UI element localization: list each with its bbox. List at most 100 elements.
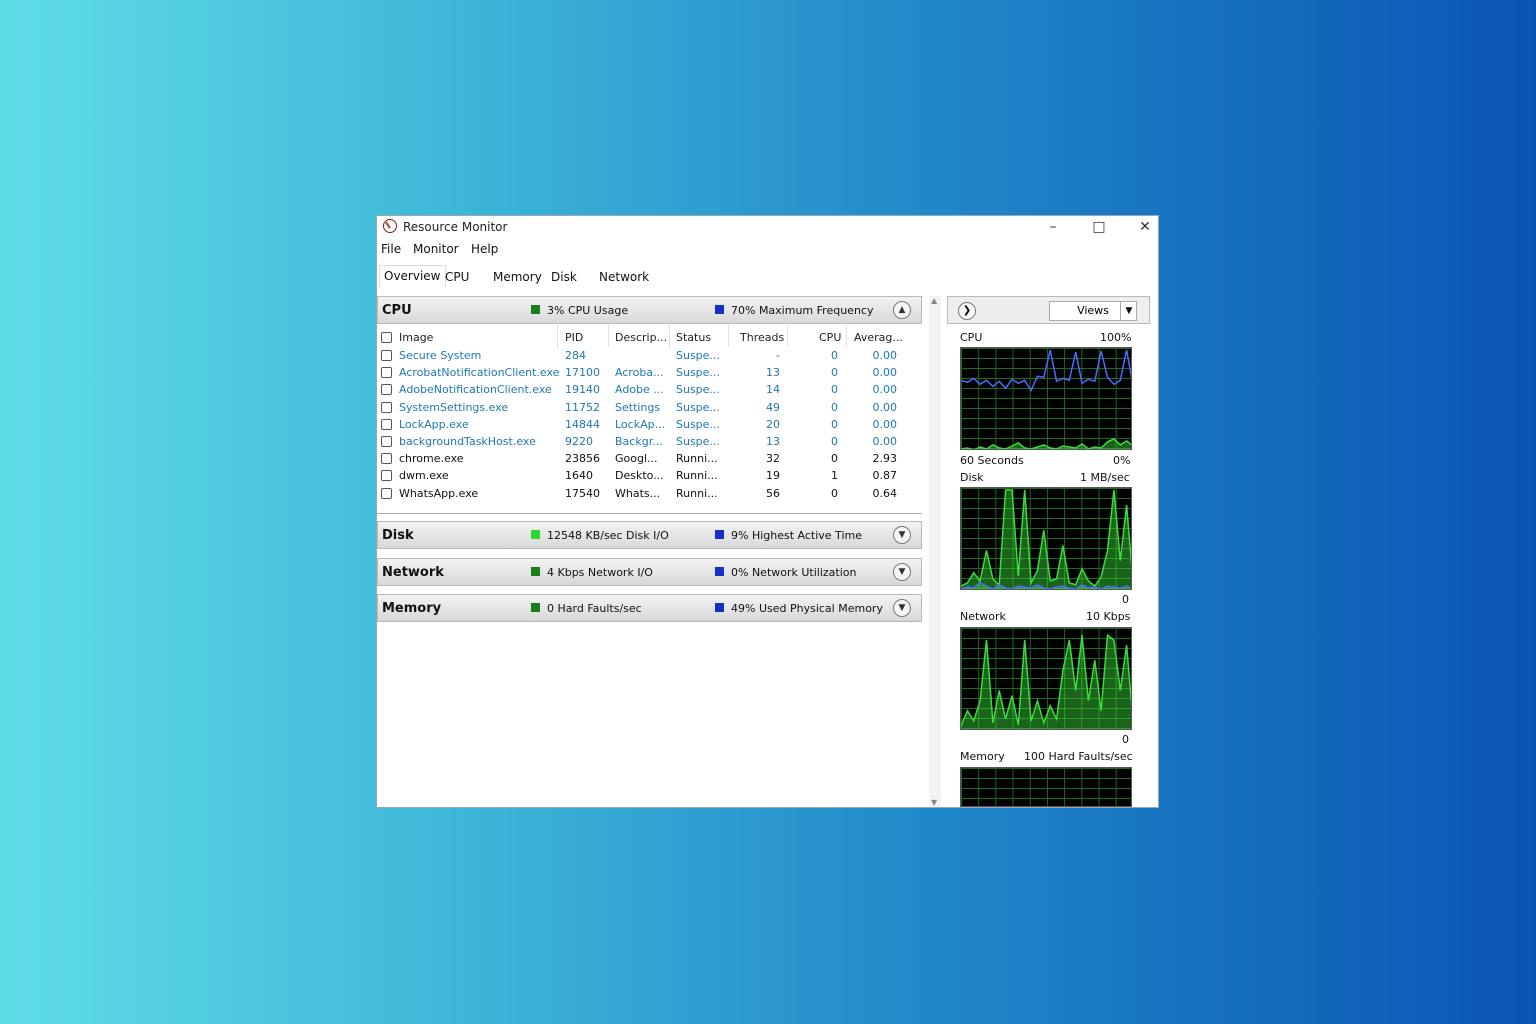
menu-file[interactable]: File	[381, 242, 401, 256]
row-image: chrome.exe	[399, 452, 464, 466]
row-cpu: 0	[831, 349, 838, 362]
menu-help[interactable]: Help	[471, 242, 498, 256]
table-row[interactable]: Secure System 284 Suspe... - 0 0.00	[377, 347, 922, 364]
row-status: Suspe...	[676, 349, 720, 362]
row-pid: 14844	[565, 417, 600, 431]
table-row[interactable]: AcrobatNotificationClient.exe 17100 Acroba…	[377, 364, 922, 381]
graph-panel-toolbar: ❯ Views ▼	[947, 296, 1150, 324]
row-checkbox[interactable]	[381, 384, 392, 396]
row-pid: 17100	[565, 366, 600, 380]
row-cpu: 0	[831, 417, 838, 431]
scroll-up-icon[interactable]: ▲	[931, 296, 937, 305]
column-description[interactable]: Descrip...	[615, 331, 667, 344]
close-button[interactable]: ✕	[1122, 216, 1158, 238]
row-status: Runni...	[676, 452, 718, 466]
physical-memory-legend-swatch	[715, 603, 724, 612]
table-row[interactable]: WhatsApp.exe 17540 Whats... Runni... 56 0 0.64	[377, 485, 922, 502]
table-row[interactable]: AdobeNotificationClient.exe 19140 Adobe ..…	[377, 381, 922, 398]
row-description: Acroba...	[615, 366, 664, 380]
select-all-checkbox[interactable]	[381, 332, 392, 343]
column-cpu[interactable]: CPU	[819, 331, 841, 344]
row-cpu: 0	[831, 400, 838, 414]
cpu-graph-label: CPU	[960, 331, 983, 344]
memory-section-header[interactable]: Memory 0 Hard Faults/sec 49% Used Physic…	[377, 594, 922, 622]
column-threads[interactable]: Threads	[740, 331, 784, 344]
row-checkbox[interactable]	[381, 487, 392, 499]
column-image[interactable]: Image	[399, 331, 433, 344]
row-status: Suspe...	[676, 417, 720, 431]
row-threads: 14	[766, 383, 780, 397]
minimize-button[interactable]: –	[1030, 216, 1076, 238]
row-checkbox[interactable]	[381, 350, 392, 361]
row-cpu: 0	[831, 486, 838, 500]
table-row[interactable]: LockApp.exe 14844 LockAp... Suspe... 20 0 0.00	[377, 416, 922, 433]
network-graph-max: 10 Kbps	[1086, 610, 1131, 623]
cpu-usage-legend-swatch	[531, 305, 540, 314]
column-average[interactable]: Averag...	[854, 331, 903, 344]
network-section-header[interactable]: Network 4 Kbps Network I/O 0% Network Ut…	[377, 558, 922, 586]
disk-series-0-area	[961, 490, 1131, 589]
row-checkbox[interactable]	[381, 470, 392, 482]
row-cpu: 0	[831, 366, 838, 380]
scroll-down-icon[interactable]: ▼	[931, 798, 937, 807]
title-bar: Resource Monitor – □ ✕	[377, 216, 1158, 238]
row-pid: 23856	[565, 452, 600, 466]
row-checkbox[interactable]	[381, 367, 392, 379]
tab-cpu[interactable]: CPU	[445, 265, 469, 287]
tab-overview[interactable]: Overview	[379, 265, 446, 287]
row-description: Whats...	[615, 486, 661, 500]
table-row[interactable]: chrome.exe 23856 Googl... Runni... 32 0 2.93	[377, 450, 922, 467]
row-image: LockApp.exe	[399, 417, 469, 431]
expand-memory-icon[interactable]: ▼	[893, 599, 911, 617]
table-row[interactable]: dwm.exe 1640 Deskto... Runni... 19 1 0.87	[377, 467, 922, 484]
tab-network[interactable]: Network	[599, 265, 649, 287]
row-pid: 17540	[565, 486, 600, 500]
max-frequency-legend-swatch	[715, 305, 724, 314]
collapse-panel-icon[interactable]: ❯	[958, 302, 976, 320]
row-average: 0.00	[872, 400, 898, 414]
tab-strip: Overview CPU Memory Disk Network	[377, 265, 1158, 287]
chevron-down-icon[interactable]: ▼	[1120, 301, 1137, 321]
network-graph-label: Network	[960, 610, 1006, 623]
row-image: backgroundTaskHost.exe	[399, 435, 536, 448]
tab-disk[interactable]: Disk	[551, 265, 577, 287]
network-section-title: Network	[382, 565, 444, 580]
row-average: 0.00	[872, 349, 898, 362]
row-checkbox[interactable]	[381, 453, 392, 465]
column-pid[interactable]: PID	[565, 331, 583, 344]
row-checkbox[interactable]	[381, 401, 392, 413]
disk-section-header[interactable]: Disk 12548 KB/sec Disk I/O 9% Highest Ac…	[377, 521, 922, 549]
column-status[interactable]: Status	[676, 331, 711, 344]
expand-network-icon[interactable]: ▼	[893, 563, 911, 581]
network-io-legend: 4 Kbps Network I/O	[547, 566, 653, 579]
table-row[interactable]: backgroundTaskHost.exe 9220 Backgr... Suspe…	[377, 433, 922, 450]
graph-panel: ❯ Views ▼ CPU 100% 60 Seconds 0% Disk 1 …	[947, 296, 1150, 807]
row-image: WhatsApp.exe	[399, 486, 479, 500]
row-checkbox[interactable]	[381, 436, 392, 447]
row-pid: 284	[565, 349, 586, 362]
maximize-button[interactable]: □	[1076, 216, 1122, 238]
row-average: 0.00	[872, 435, 898, 448]
disk-graph-min: 0	[1122, 593, 1129, 606]
expand-disk-icon[interactable]: ▼	[893, 526, 911, 544]
collapse-cpu-icon[interactable]: ▲	[893, 301, 911, 319]
row-status: Suspe...	[676, 400, 720, 414]
row-threads: 13	[766, 435, 780, 448]
memory-graph-max: 100 Hard Faults/sec	[1024, 750, 1133, 763]
row-status: Runni...	[676, 469, 718, 483]
menu-monitor[interactable]: Monitor	[413, 242, 459, 256]
cpu-section-header[interactable]: CPU 3% CPU Usage 70% Maximum Frequency ▲	[377, 296, 922, 324]
row-checkbox[interactable]	[381, 418, 392, 430]
tab-memory[interactable]: Memory	[493, 265, 542, 287]
row-threads: 49	[766, 400, 780, 414]
cpu-section-title: CPU	[382, 303, 412, 318]
cpu-series-0-line	[961, 349, 1131, 392]
main-scrollbar[interactable]: ▲ ▼	[929, 296, 941, 807]
row-description: Settings	[615, 400, 661, 414]
resource-monitor-window: Resource Monitor – □ ✕ File Monitor Help…	[377, 216, 1158, 807]
row-cpu: 0	[831, 452, 838, 466]
disk-section-title: Disk	[382, 528, 414, 543]
table-row[interactable]: SystemSettings.exe 11752 Settings Suspe... 4…	[377, 399, 922, 416]
window-title: Resource Monitor	[403, 220, 508, 234]
table-header: Image PID Descrip... Status Threads CPU …	[377, 325, 922, 347]
